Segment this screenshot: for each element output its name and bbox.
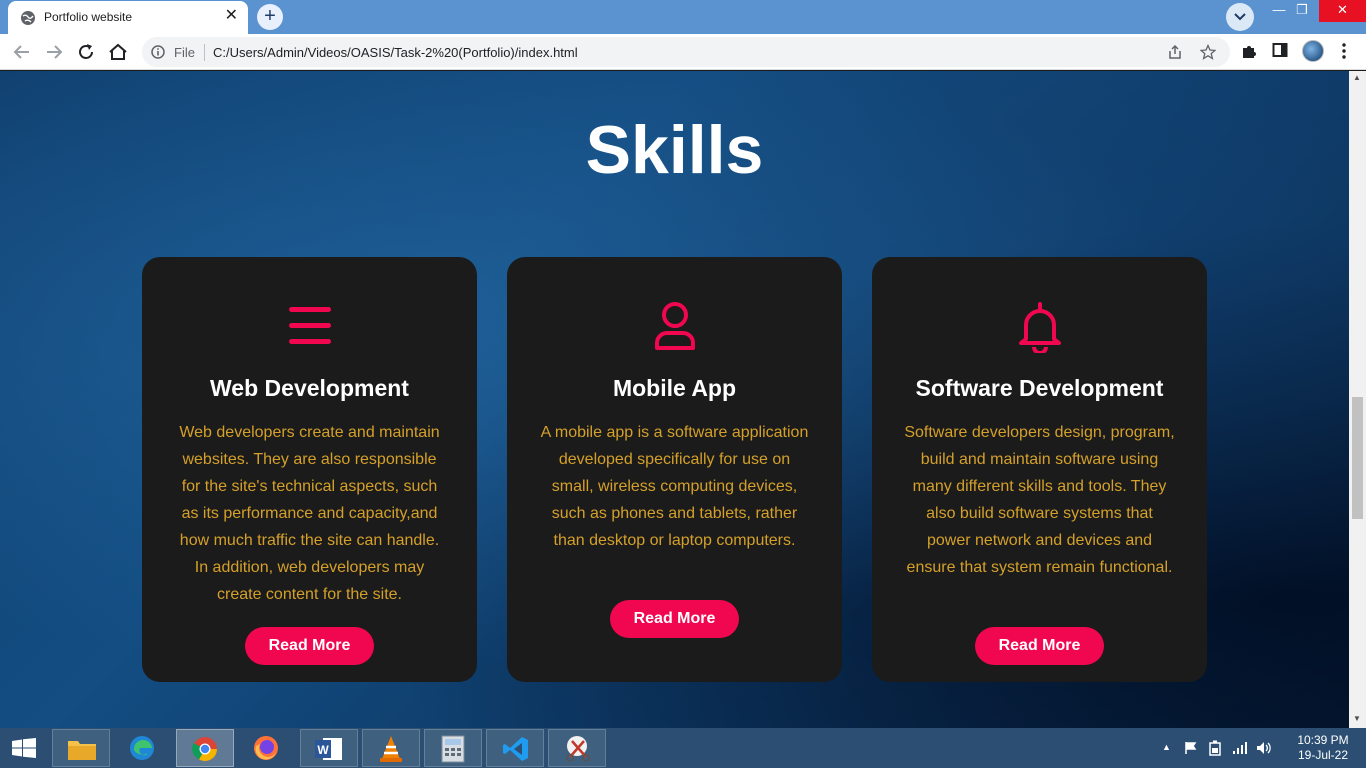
browser-tab-strip: Portfolio website ✕ + — ❐ ✕: [0, 0, 1366, 34]
scrollbar-thumb[interactable]: [1352, 397, 1363, 519]
vlc-cone-icon: [380, 736, 402, 762]
calculator-icon: [441, 735, 465, 763]
extensions-puzzle-icon[interactable]: [1240, 42, 1258, 60]
skill-description: A mobile app is a software application d…: [540, 424, 809, 549]
read-more-button[interactable]: Read More: [610, 600, 739, 638]
bell-icon: [1018, 302, 1061, 353]
windows-start-icon[interactable]: [12, 738, 36, 758]
taskbar-vlc[interactable]: [362, 729, 420, 767]
back-arrow-icon[interactable]: [10, 40, 34, 64]
taskbar-snipping-tool[interactable]: [548, 729, 606, 767]
page-viewport: Skills Web Development Web developers cr…: [0, 71, 1349, 728]
read-more-button[interactable]: Read More: [245, 627, 374, 665]
skill-description: Software developers design, program, bui…: [904, 424, 1175, 576]
address-url[interactable]: C:/Users/Admin/Videos/OASIS/Task-2%20(Po…: [213, 45, 578, 60]
tray-overflow-chevron-icon[interactable]: ▲: [1162, 742, 1171, 752]
clock-date: 19-Jul-22: [1297, 748, 1349, 762]
edge-browser-icon: [130, 736, 154, 760]
skill-title: Mobile App: [612, 375, 737, 401]
forward-arrow-icon[interactable]: [42, 40, 66, 64]
taskbar-vscode[interactable]: [486, 729, 544, 767]
window-close-button[interactable]: ✕: [1319, 0, 1366, 22]
chevron-down-icon: [1234, 13, 1246, 21]
skill-card-software-development: Software Development Software developers…: [872, 257, 1207, 682]
action-flag-icon[interactable]: [1184, 741, 1198, 755]
svg-text:W: W: [317, 743, 329, 757]
taskbar-clock[interactable]: 10:39 PM 19-Jul-22: [1288, 733, 1358, 763]
tab-close-icon[interactable]: ✕: [225, 8, 238, 24]
signal-strength-icon[interactable]: [1232, 741, 1248, 755]
clock-time: 10:39 PM: [1297, 733, 1349, 747]
skill-card-mobile-app: Mobile App A mobile app is a software ap…: [507, 257, 842, 682]
taskbar-word[interactable]: W: [300, 729, 358, 767]
menu-icon: [288, 307, 331, 344]
taskbar-file-explorer[interactable]: [52, 729, 110, 767]
taskbar-firefox[interactable]: [238, 729, 296, 767]
address-bar[interactable]: File C:/Users/Admin/Videos/OASIS/Task-2%…: [142, 37, 1230, 67]
share-icon[interactable]: [1167, 44, 1183, 60]
chrome-browser-icon: [192, 737, 217, 762]
info-icon[interactable]: [151, 45, 165, 59]
side-panel-icon[interactable]: [1272, 42, 1288, 58]
address-scheme: File: [174, 45, 195, 60]
bookmark-star-icon[interactable]: [1200, 44, 1216, 60]
home-icon[interactable]: [106, 40, 130, 64]
volume-speaker-icon[interactable]: [1256, 740, 1272, 756]
kebab-menu-icon[interactable]: [1338, 42, 1350, 60]
read-more-button[interactable]: Read More: [975, 627, 1104, 665]
globe-icon: [21, 11, 35, 25]
skill-description: Web developers create and maintain websi…: [179, 424, 440, 603]
window-maximize-button[interactable]: ❐: [1282, 0, 1322, 22]
tab-title: Portfolio website: [44, 10, 133, 24]
skill-icon: [872, 301, 1207, 353]
page-scrollbar[interactable]: ▲ ▼: [1349, 71, 1366, 728]
windows-taskbar: W ▲ 10:39 PM 19-Jul-22: [0, 728, 1366, 768]
scroll-up-arrow-icon[interactable]: ▲: [1353, 73, 1361, 82]
skill-icon: [142, 301, 477, 353]
word-icon: W: [315, 738, 342, 760]
skill-title: Software Development: [915, 375, 1164, 401]
taskbar-edge[interactable]: [114, 729, 172, 767]
skill-card-web-development: Web Development Web developers create an…: [142, 257, 477, 682]
address-divider: [204, 44, 205, 61]
reload-icon[interactable]: [74, 40, 98, 64]
firefox-browser-icon: [254, 736, 278, 760]
skill-title: Web Development: [210, 375, 409, 401]
scroll-down-arrow-icon[interactable]: ▼: [1353, 714, 1361, 723]
scissors-icon: [566, 736, 590, 762]
profile-avatar[interactable]: [1302, 40, 1324, 62]
new-tab-button[interactable]: +: [257, 4, 283, 30]
taskbar-calculator[interactable]: [424, 729, 482, 767]
vscode-icon: [503, 737, 528, 761]
folder-icon: [68, 741, 96, 760]
user-icon: [654, 302, 695, 350]
battery-plug-icon[interactable]: [1208, 740, 1222, 756]
taskbar-chrome[interactable]: [176, 729, 234, 767]
section-title: Skills: [585, 112, 764, 188]
skill-icon: [507, 301, 842, 353]
browser-toolbar: File C:/Users/Admin/Videos/OASIS/Task-2%…: [0, 34, 1366, 70]
tab-search-button[interactable]: [1226, 3, 1254, 31]
browser-tab-active[interactable]: Portfolio website ✕: [8, 1, 248, 34]
